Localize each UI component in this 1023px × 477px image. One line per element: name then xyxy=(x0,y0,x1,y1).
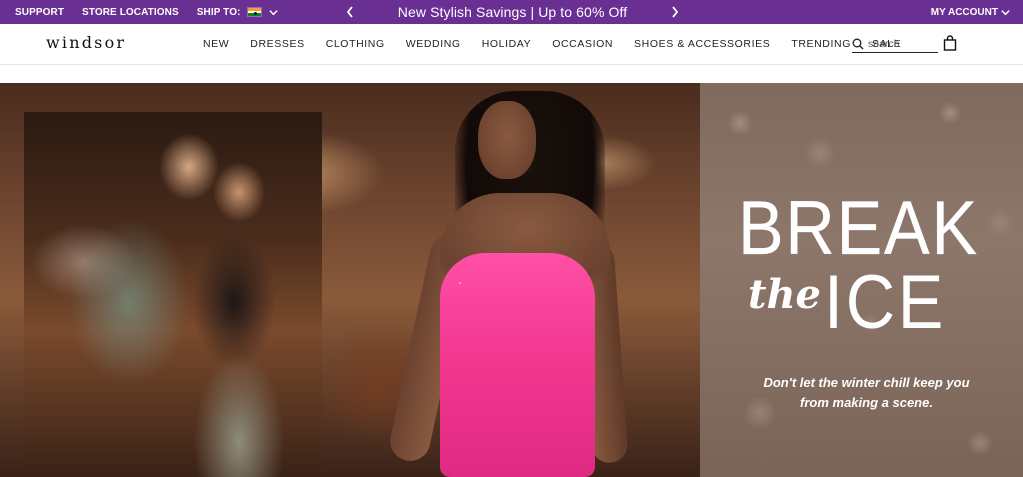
chevron-down-icon xyxy=(268,9,278,15)
friends-toasting-photo xyxy=(24,112,322,477)
hero-subtext: Don't let the winter chill keep you from… xyxy=(763,375,970,410)
my-account-menu[interactable]: MY ACCOUNT xyxy=(931,0,1011,24)
headline-break: BREAK xyxy=(738,186,979,271)
nav-item-trending[interactable]: TRENDING xyxy=(791,38,851,50)
ship-to-selector[interactable]: SHIP TO: xyxy=(197,7,279,18)
topbar-left-links: SUPPORT STORE LOCATIONS SHIP TO: xyxy=(15,0,279,24)
nav-item-clothing[interactable]: CLOTHING xyxy=(326,38,385,50)
promo-bar: SUPPORT STORE LOCATIONS SHIP TO: New Sty… xyxy=(0,0,1023,24)
model-head xyxy=(478,101,536,179)
india-flag-icon xyxy=(246,7,262,17)
main-nav: NEW DRESSES CLOTHING WEDDING HOLIDAY OCC… xyxy=(203,24,922,64)
shopping-bag-icon[interactable] xyxy=(943,35,957,51)
my-account-label: MY ACCOUNT xyxy=(930,6,998,18)
chevron-down-icon xyxy=(1001,9,1010,15)
promo-carousel: New Stylish Savings | Up to 60% Off xyxy=(345,0,680,24)
nav-item-new[interactable]: NEW xyxy=(203,38,229,50)
nav-item-wedding[interactable]: WEDDING xyxy=(406,38,461,50)
hero-headline: BREAK the ICE Don't let the winter chill… xyxy=(700,83,1023,477)
headline-the: the xyxy=(748,271,822,318)
promo-next-arrow-icon[interactable] xyxy=(670,5,680,19)
promo-message[interactable]: New Stylish Savings | Up to 60% Off xyxy=(398,4,627,20)
promo-prev-arrow-icon[interactable] xyxy=(345,5,355,19)
nav-item-holiday[interactable]: HOLIDAY xyxy=(482,38,532,50)
headline-ice: ICE xyxy=(824,260,947,345)
header-spacer xyxy=(0,65,1023,83)
store-locations-link[interactable]: STORE LOCATIONS xyxy=(82,7,179,18)
ship-to-label: SHIP TO: xyxy=(196,6,241,18)
search-box xyxy=(852,35,938,53)
nav-item-dresses[interactable]: DRESSES xyxy=(250,38,304,50)
support-link[interactable]: SUPPORT xyxy=(15,7,64,18)
search-icon[interactable] xyxy=(852,38,864,50)
pink-sequin-dress xyxy=(440,253,595,477)
search-input[interactable] xyxy=(868,37,934,50)
windsor-logo[interactable]: windsor xyxy=(46,33,126,52)
hero-banner[interactable]: BREAK the ICE Don't let the winter chill… xyxy=(0,83,1023,477)
nav-item-occasion[interactable]: OCCASION xyxy=(552,38,613,50)
site-header: windsor NEW DRESSES CLOTHING WEDDING HOL… xyxy=(0,24,1023,64)
nav-item-shoes-accessories[interactable]: SHOES & ACCESSORIES xyxy=(634,38,770,50)
